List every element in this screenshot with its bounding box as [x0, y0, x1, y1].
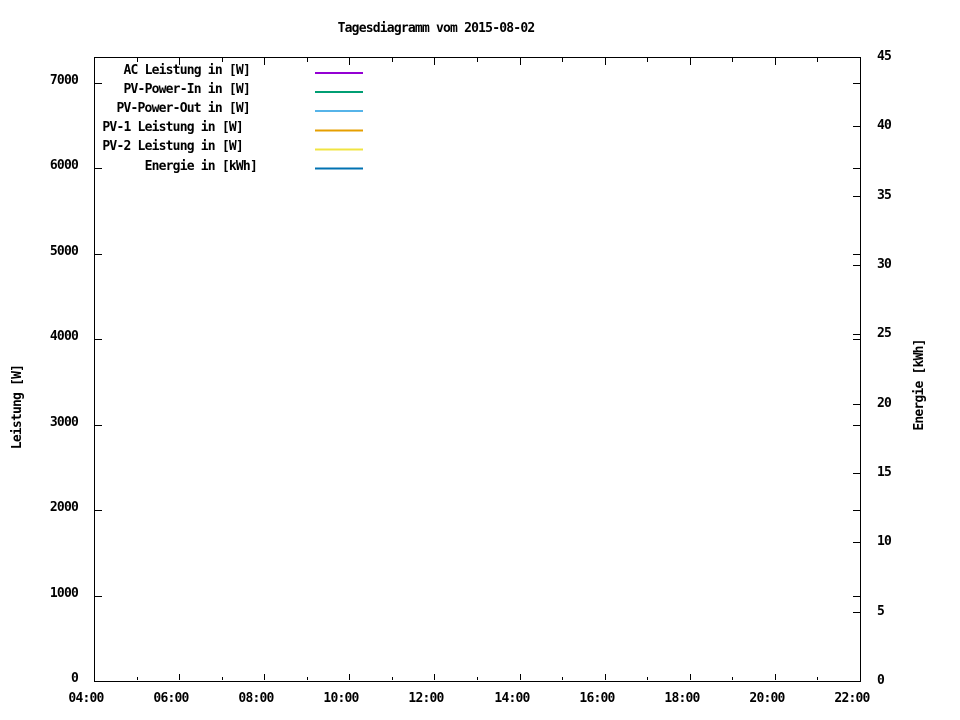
x-axis-tick-label: 22:00: [834, 691, 870, 706]
x-axis-tick-label: 10:00: [323, 691, 359, 706]
y-axis-right-tick-label: 10: [877, 534, 892, 549]
y-axis-right-tick-label: 0: [877, 673, 885, 688]
y-axis-right-tick-label: 45: [877, 49, 892, 64]
y-axis-left-tick-label: 7000: [49, 73, 79, 88]
y-axis-right-tick-label: 20: [877, 396, 892, 411]
y-axis-right-tick-label: 25: [877, 326, 892, 341]
y-axis-right-tick-label: 30: [877, 257, 892, 272]
y-axis-left-tick-label: 5000: [49, 244, 79, 259]
legend-label: AC Leistung in [W]: [123, 63, 257, 78]
y-axis-right-tick-label: 15: [877, 465, 892, 480]
chart-canvas: Tagesdiagramm vom 2015-08-02 Leistung [W…: [0, 0, 960, 720]
y-axis-left-tick-label: 4000: [49, 329, 79, 344]
y-axis-left-tick-label: 3000: [49, 415, 79, 430]
legend-label: PV-Power-Out in [W]: [116, 101, 257, 116]
x-axis-tick-label: 04:00: [68, 691, 104, 706]
y-axis-right-tick-label: 5: [877, 604, 885, 619]
legend-label: PV-2 Leistung in [W]: [102, 139, 257, 154]
legend-label: PV-1 Leistung in [W]: [102, 120, 257, 135]
y-axis-left-tick-label: 6000: [49, 158, 79, 173]
x-axis-tick-label: 16:00: [579, 691, 615, 706]
x-axis-tick-label: 20:00: [749, 691, 785, 706]
y-axis-right-tick-label: 40: [877, 118, 892, 133]
x-axis-tick-label: 06:00: [153, 691, 189, 706]
legend-label: PV-Power-In in [W]: [123, 82, 257, 97]
x-axis-tick-label: 12:00: [408, 691, 444, 706]
y-axis-left-tick-label: 0: [70, 671, 79, 686]
x-axis-tick-label: 18:00: [664, 691, 700, 706]
x-axis-tick-label: 14:00: [494, 691, 530, 706]
y-axis-left-tick-label: 2000: [49, 500, 79, 515]
y-axis-right-tick-label: 35: [877, 188, 892, 203]
legend-label: Energie in [kWh]: [144, 159, 258, 174]
x-axis-tick-label: 08:00: [238, 691, 274, 706]
y-axis-left-tick-label: 1000: [49, 586, 79, 601]
